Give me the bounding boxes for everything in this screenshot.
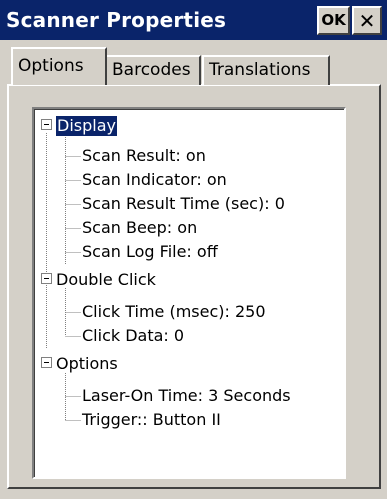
tree-item-scan-beep[interactable]: Scan Beep: on [82,218,197,238]
tree-item-laser-on-time[interactable]: Laser-On Time: 3 Seconds [82,386,291,406]
tree-item-scan-indicator[interactable]: Scan Indicator: on [82,170,227,190]
tree-group-double-click[interactable]: Double Click [56,270,156,290]
display-collapse-icon[interactable] [41,119,52,130]
tree-item-scan-log-file[interactable]: Scan Log File: off [82,242,218,262]
settings-tree[interactable]: Display Scan Result: on Scan Indicator: … [32,107,346,479]
close-button[interactable]: ✕ [352,6,382,35]
tree-item-click-time[interactable]: Click Time (msec): 250 [82,302,266,322]
tree-group-options[interactable]: Options [56,354,118,374]
window-title: Scanner Properties [6,8,227,32]
tree-group-display[interactable]: Display [55,115,118,137]
tree-item-scan-result-time[interactable]: Scan Result Time (sec): 0 [82,194,285,214]
title-bar: Scanner Properties OK ✕ [0,0,387,40]
tree-item-scan-result[interactable]: Scan Result: on [82,146,206,166]
tab-translations[interactable]: Translations [202,55,330,85]
ok-button[interactable]: OK [317,6,350,35]
close-icon: ✕ [358,8,376,33]
tab-options[interactable]: Options [11,47,107,85]
double-click-collapse-icon[interactable] [41,273,52,284]
tree-item-trigger[interactable]: Trigger:: Button II [82,410,221,430]
tab-barcodes[interactable]: Barcodes [105,55,201,85]
tree-item-click-data[interactable]: Click Data: 0 [82,326,184,346]
options-collapse-icon[interactable] [41,357,52,368]
tab-strip: Barcodes Translations Options [0,40,387,88]
